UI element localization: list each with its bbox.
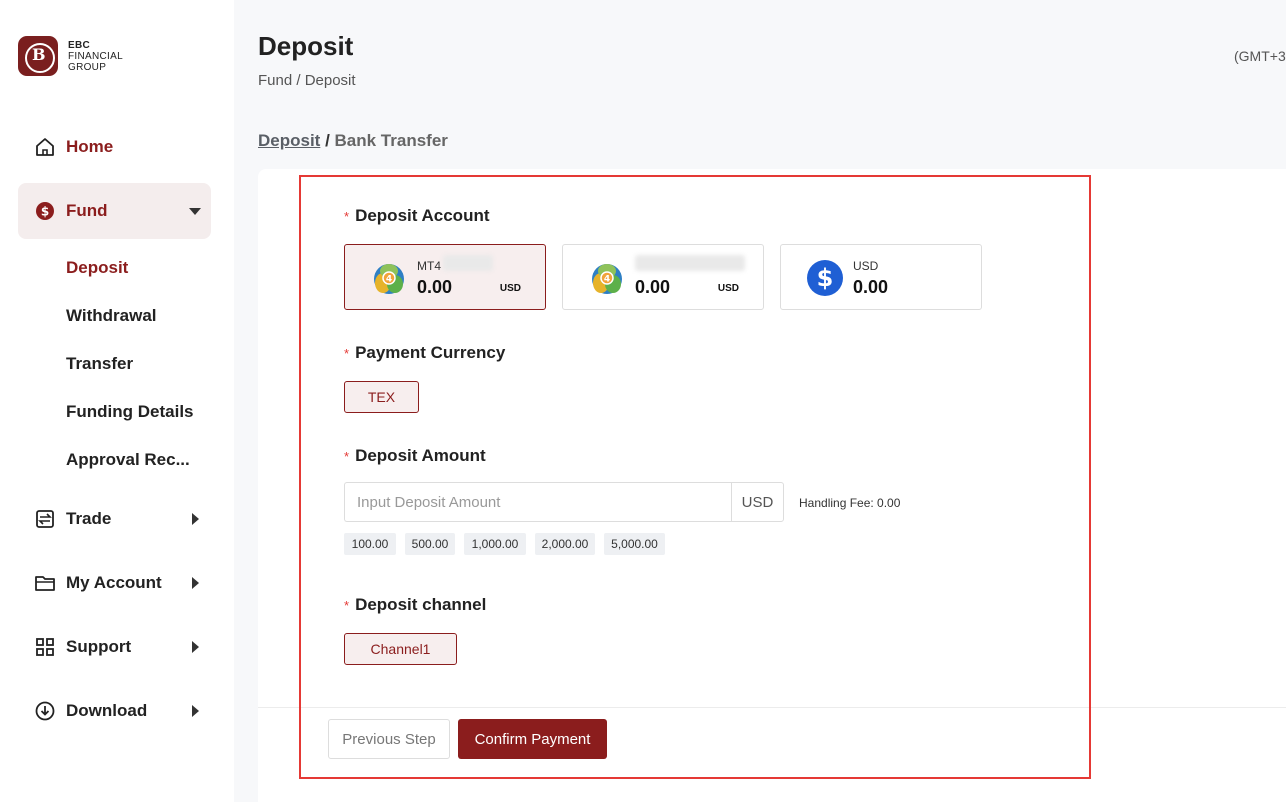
payment-currency-option[interactable]: TEX	[344, 381, 419, 413]
redacted-account-number	[635, 255, 745, 271]
quick-amount-1000[interactable]: 1,000.00	[464, 533, 526, 555]
chevron-down-icon	[189, 208, 201, 215]
account-balance: 0.00	[417, 277, 453, 297]
mt4-icon: 4	[374, 264, 404, 294]
previous-step-button[interactable]: Previous Step	[328, 719, 450, 759]
required-asterisk: *	[344, 598, 350, 613]
account-card-mt4[interactable]: 4 MT4 0.00 USD	[344, 244, 546, 310]
account-balance: 0.00	[853, 277, 889, 297]
mt4-icon: 4	[592, 264, 622, 294]
quick-amount-100[interactable]: 100.00	[344, 533, 396, 555]
sidebar-subitem-deposit[interactable]: Deposit	[66, 258, 128, 278]
redacted-account-number	[443, 255, 493, 271]
download-icon	[35, 701, 55, 721]
payment-currency-label: * Payment Currency	[344, 343, 505, 363]
deposit-amount-label: * Deposit Amount	[344, 446, 486, 466]
account-name: USD	[853, 259, 879, 273]
sidebar-subitem-transfer[interactable]: Transfer	[66, 354, 133, 374]
chevron-right-icon	[192, 705, 199, 717]
deposit-account-label-text: Deposit Account	[355, 206, 490, 225]
deposit-channel-label: * Deposit channel	[344, 595, 486, 615]
deposit-channel-option[interactable]: Channel1	[344, 633, 457, 665]
sidebar-subitem-funding-details[interactable]: Funding Details	[66, 402, 194, 422]
deposit-amount-label-text: Deposit Amount	[355, 446, 486, 465]
sidebar-label-fund: Fund	[66, 201, 108, 220]
svg-text:4: 4	[386, 275, 392, 285]
sidebar: EBC FINANCIAL GROUP Home $ Fund Deposit …	[0, 0, 234, 802]
ebc-logo-icon	[18, 36, 58, 76]
sidebar-label-support: Support	[66, 637, 132, 656]
dollar-coin-icon: $	[35, 201, 55, 221]
sidebar-label-trade: Trade	[66, 509, 112, 528]
trade-icon	[35, 509, 55, 529]
svg-text:$: $	[41, 205, 49, 219]
breadcrumb-separator: /	[320, 131, 335, 150]
dollar-icon: $	[807, 260, 843, 296]
required-asterisk: *	[344, 449, 350, 464]
breadcrumb: Fund / Deposit	[258, 72, 356, 89]
account-balance: 0.00	[635, 277, 671, 297]
sidebar-item-trade[interactable]: Trade	[18, 491, 211, 547]
logo-line-3: GROUP	[68, 61, 107, 73]
sidebar-item-download[interactable]: Download	[18, 683, 211, 739]
chevron-right-icon	[192, 577, 199, 589]
logo-line-2: FINANCIAL	[68, 50, 123, 62]
sidebar-item-home[interactable]: Home	[18, 119, 211, 175]
logo[interactable]: EBC FINANCIAL GROUP	[18, 36, 123, 76]
confirm-payment-button[interactable]: Confirm Payment	[458, 719, 607, 759]
account-name: MT4	[417, 259, 441, 273]
required-asterisk: *	[344, 346, 350, 361]
timezone-label: (GMT+3	[1234, 48, 1286, 64]
chevron-right-icon	[192, 513, 199, 525]
sidebar-item-fund[interactable]: $ Fund	[18, 183, 211, 239]
account-currency: USD	[717, 283, 739, 294]
sidebar-label-home: Home	[66, 137, 114, 156]
logo-text: EBC FINANCIAL GROUP	[68, 40, 123, 73]
sidebar-label-download: Download	[66, 701, 148, 720]
grid-icon	[35, 637, 55, 657]
breadcrumb-current: Bank Transfer	[334, 131, 448, 150]
sidebar-label-my-account: My Account	[66, 573, 162, 592]
sidebar-subitem-approval-records[interactable]: Approval Rec...	[66, 450, 190, 470]
sidebar-item-support[interactable]: Support	[18, 619, 211, 675]
sub-breadcrumb: Deposit / Bank Transfer	[258, 131, 448, 151]
home-icon	[35, 137, 55, 157]
account-currency: USD	[499, 283, 521, 294]
deposit-account-label: * Deposit Account	[344, 206, 490, 226]
handling-fee: Handling Fee: 0.00	[799, 496, 901, 510]
payment-currency-label-text: Payment Currency	[355, 343, 506, 362]
quick-amount-500[interactable]: 500.00	[405, 533, 455, 555]
amount-currency-suffix: USD	[731, 482, 784, 522]
folder-icon	[35, 573, 55, 593]
deposit-channel-label-text: Deposit channel	[355, 595, 487, 614]
logo-line-1: EBC	[68, 39, 91, 51]
quick-amount-5000[interactable]: 5,000.00	[604, 533, 665, 555]
account-card-usd-wallet[interactable]: $ USD 0.00	[780, 244, 982, 310]
page-title: Deposit	[258, 31, 354, 61]
sidebar-item-my-account[interactable]: My Account	[18, 555, 211, 611]
account-card-mt4-2[interactable]: 4 0.00 USD	[562, 244, 764, 310]
breadcrumb-link-deposit[interactable]: Deposit	[258, 131, 320, 150]
sidebar-subitem-withdrawal[interactable]: Withdrawal	[66, 306, 157, 326]
svg-text:4: 4	[604, 275, 610, 285]
chevron-right-icon	[192, 641, 199, 653]
deposit-amount-input[interactable]	[344, 482, 732, 522]
quick-amount-2000[interactable]: 2,000.00	[535, 533, 595, 555]
required-asterisk: *	[344, 209, 350, 224]
